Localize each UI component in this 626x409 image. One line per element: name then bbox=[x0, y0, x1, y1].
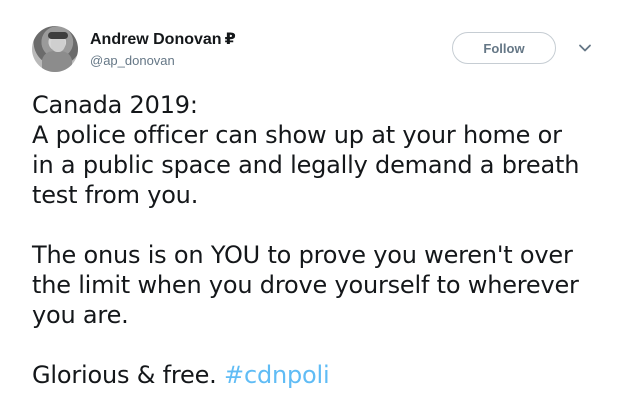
author-handle[interactable]: @ap_donovan bbox=[90, 52, 236, 70]
tweet-line: you are. bbox=[32, 301, 129, 329]
tweet-line: The onus is on YOU to prove you weren't … bbox=[32, 241, 573, 269]
tweet-line: A police officer can show up at your hom… bbox=[32, 121, 562, 149]
author-name-text[interactable]: Andrew Donovan bbox=[90, 31, 222, 48]
avatar-figure-hat bbox=[48, 32, 68, 39]
tweet-line: Glorious & free. bbox=[32, 361, 217, 389]
author-badge: ₽ bbox=[224, 31, 236, 48]
avatar[interactable] bbox=[32, 26, 78, 72]
hashtag-link[interactable]: #cdnpoli bbox=[224, 361, 330, 389]
chevron-down-icon[interactable] bbox=[577, 40, 593, 56]
tweet-line: Canada 2019: bbox=[32, 91, 198, 119]
tweet-line: the limit when you drove yourself to whe… bbox=[32, 271, 579, 299]
follow-button[interactable]: Follow bbox=[452, 32, 556, 64]
tweet-line: in a public space and legally demand a b… bbox=[32, 151, 580, 179]
tweet-last-line: Glorious & free. #cdnpoli bbox=[32, 360, 612, 390]
tweet-card: Andrew Donovan ₽ @ap_donovan Follow Canad… bbox=[0, 0, 626, 409]
tweet-text: Canada 2019: A police officer can show u… bbox=[32, 90, 612, 390]
author-display-name[interactable]: Andrew Donovan ₽ bbox=[90, 30, 236, 50]
tweet-line: test from you. bbox=[32, 181, 199, 209]
avatar-figure-body bbox=[42, 51, 72, 72]
author-info[interactable]: Andrew Donovan ₽ @ap_donovan bbox=[90, 30, 236, 70]
